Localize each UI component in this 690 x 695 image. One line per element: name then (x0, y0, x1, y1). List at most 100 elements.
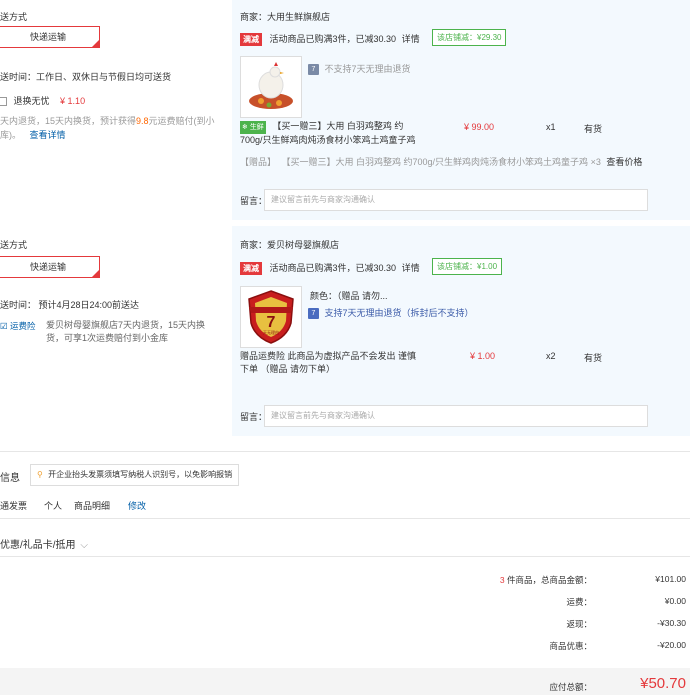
chevron-down-icon: ⌵ (80, 540, 88, 551)
shipping-fee-label: 运费： (566, 597, 592, 607)
return-insurance-desc: 天内退货，15天内换货，预计获得9.8元运费赔付(到小 库)。 查看详情 (0, 114, 232, 142)
invoice-type: 通发票 (0, 501, 28, 511)
product-qty: x1 (546, 122, 556, 132)
note-input[interactable]: 建议留言前先与商家沟通确认 (264, 405, 648, 427)
return-support-text: 支持7天无理由退货（拆封后不支持） (324, 308, 474, 318)
product-image[interactable]: 7 天无理由 (240, 286, 302, 348)
coupon-label: 优惠/礼品卡/抵用 (0, 540, 76, 551)
total-goods-value: ¥101.00 (655, 574, 686, 584)
invoice-content: 商品明细 (74, 501, 111, 511)
return-support-icon: 7 (308, 308, 319, 320)
return-desc-suffix: 元运费赔付(到小 (148, 116, 215, 126)
shipping-option-label: 快递运输 (29, 262, 66, 272)
color-label: 颜色：（赠品 请勿... (310, 291, 388, 301)
delivery-time: 送时间： 预计4月28日24:00前送达 (0, 300, 140, 310)
selected-corner-icon (92, 270, 99, 277)
cashback-value: -¥30.30 (657, 618, 686, 628)
divider (0, 518, 690, 519)
no-return-row: 7 不支持7天无理由退货 (308, 62, 411, 76)
freight-insurance-label: 运费险 (9, 321, 36, 331)
invoice-modify-link[interactable]: 修改 (128, 499, 146, 512)
discount-badge-text: 该店铺减：¥29.30 (432, 29, 507, 46)
promo-tag: 满减 (240, 33, 262, 46)
shipping-fee-value: ¥0.00 (664, 596, 686, 606)
promo-detail-link[interactable]: 详情 (402, 263, 420, 273)
summary-cashback: 返现： -¥30.30 (0, 618, 690, 638)
return-support-row: 7 支持7天无理由退货（拆封后不支持） (308, 306, 474, 320)
discount-label: 商品优惠： (549, 641, 592, 651)
gift-row: 【赠品】 【买一赠三】大用 白羽鸡整鸡 约700g/只生鲜鸡肉炖汤食材小笨鸡土鸡… (240, 155, 642, 168)
shipping-title: 送方式 (0, 12, 28, 22)
merchant-name: 商家：爱贝树母婴旗舰店 (240, 240, 340, 250)
badge-number: 7 (267, 314, 276, 331)
fresh-tag-label: 生鲜 (249, 124, 264, 131)
product-image[interactable] (240, 56, 302, 118)
item-count: 3 (499, 575, 505, 585)
fresh-tag: ❄ 生鲜 (240, 121, 266, 134)
product-price: ¥ 1.00 (470, 351, 496, 361)
shipping-option-label: 快递运输 (29, 32, 66, 42)
no-return-text: 不支持7天无理由退货 (324, 64, 411, 74)
promo-detail-link[interactable]: 详情 (402, 34, 420, 44)
return-insurance-row[interactable]: 退换无忧 ¥ 1.10 (0, 94, 85, 107)
payable-label: 应付总额： (549, 682, 592, 692)
product-name[interactable]: ❄ 生鲜 【买一赠三】大用 白羽鸡整鸡 约 700g/只生鲜鸡肉炖汤食材小笨鸡土… (240, 120, 430, 147)
summary-shipping: 运费： ¥0.00 (0, 596, 690, 616)
badge-sub: 天无理由 (263, 329, 279, 335)
product-name-line1: 赠品运费险 此商品为虚拟产品不会发出 谨慎 (240, 351, 417, 361)
chicken-image (241, 57, 301, 117)
merchant-name: 商家：大用生鲜旗舰店 (240, 12, 331, 22)
product-name[interactable]: 赠品运费险 此商品为虚拟产品不会发出 谨慎 下单 （赠品 请勿下单） (240, 350, 430, 376)
divider (0, 556, 690, 557)
gift-price-link[interactable]: 查看价格 (606, 157, 642, 167)
invoice-receiver: 个人 (44, 501, 63, 511)
promo-row: 满减 活动商品已购满3件，已减30.30 详情 (240, 32, 420, 46)
checkbox-icon[interactable] (0, 97, 7, 107)
freight-insurance-icon: ☑ 运费险 (0, 321, 36, 331)
shipping-option-button[interactable]: 快递运输 (0, 26, 100, 48)
summary-count-label: 3 件商品，总商品金额： (500, 574, 592, 586)
invoice-hint-text: 开企业抬头发票须填写纳税人识别号，以免影响报销 (48, 470, 233, 479)
note-label: 留言： (240, 196, 268, 206)
invoice-title: 信息 (0, 473, 20, 484)
return-insurance-price: ¥ 1.10 (60, 96, 86, 106)
selected-corner-icon (92, 40, 99, 47)
discount-badge-text: 该店铺减：¥1.00 (432, 258, 503, 275)
no-return-icon: 7 (308, 64, 319, 76)
cashback-label: 返现： (566, 619, 592, 629)
payable-value: ¥50.70 (640, 675, 686, 692)
gift-label: 【赠品】 (240, 157, 277, 167)
promo-text: 活动商品已购满3件，已减30.30 (269, 263, 397, 273)
coupon-toggle[interactable]: 优惠/礼品卡/抵用 ⌵ (0, 536, 88, 551)
shipping-option-button[interactable]: 快递运输 (0, 256, 100, 278)
summary-discount: 商品优惠： -¥20.00 (0, 640, 690, 660)
product-stock: 有货 (584, 124, 603, 134)
insurance-line1: 爱贝树母婴旗舰店7天内退货，15天内换 (46, 320, 206, 330)
promo-tag: 满减 (240, 262, 262, 275)
shipping-panel: 送方式 快递运输 送时间：工作日、双休日与节假日均可送货 退换无忧 ¥ 1.10… (0, 0, 232, 220)
promo-row: 满减 活动商品已购满3件，已减30.30 详情 (240, 261, 420, 275)
return-detail-link[interactable]: 查看详情 (30, 130, 66, 140)
delivery-time: 送时间：工作日、双休日与节假日均可送货 (0, 72, 172, 82)
note-label: 留言： (240, 412, 268, 422)
shop-block-2: 送方式 快递运输 送时间： 预计4月28日24:00前送达 ☑ 运费险 爱贝树母… (0, 226, 690, 436)
note-input[interactable]: 建议留言前先与商家沟通确认 (264, 189, 648, 211)
summary-total-goods: 3 件商品，总商品金额： ¥101.00 (0, 574, 690, 594)
return-desc-amount: 9.8 (136, 116, 149, 126)
product-qty: x2 (546, 351, 556, 361)
seven-day-badge-image: 7 天无理由 (241, 287, 301, 347)
return-insurance-label: 退换无忧 (13, 96, 50, 106)
payable-bar: 应付总额： ¥50.70 (0, 668, 690, 695)
total-goods-label: 件商品，总商品金额： (506, 575, 592, 585)
insurance-line2: 货，可享1次运费赔付到小金库 (46, 333, 169, 343)
shop-panel-2: 商家：爱贝树母婴旗舰店 满减 活动商品已购满3件，已减30.30 详情 该店铺减… (232, 226, 690, 436)
shipping-panel-2: 送方式 快递运输 送时间： 预计4月28日24:00前送达 ☑ 运费险 爱贝树母… (0, 226, 232, 436)
shop-block-1: 送方式 快递运输 送时间：工作日、双休日与节假日均可送货 退换无忧 ¥ 1.10… (0, 0, 690, 220)
return-desc-prefix: 天内退货，15天内换货，预计获得 (0, 116, 137, 126)
discount-value: -¥20.00 (657, 640, 686, 650)
freight-insurance-tag: ☑ 运费险 (0, 320, 36, 332)
discount-badge: 该店铺减：¥1.00 (432, 258, 503, 275)
gift-text: 【买一赠三】大用 白羽鸡整鸡 约700g/只生鲜鸡肉炖汤食材小笨鸡土鸡童子鸡 (281, 157, 589, 167)
return-desc-line2: 库)。 (0, 130, 21, 140)
freight-insurance-desc: 爱贝树母婴旗舰店7天内退货，15天内换 货，可享1次运费赔付到小金库 (46, 319, 205, 345)
